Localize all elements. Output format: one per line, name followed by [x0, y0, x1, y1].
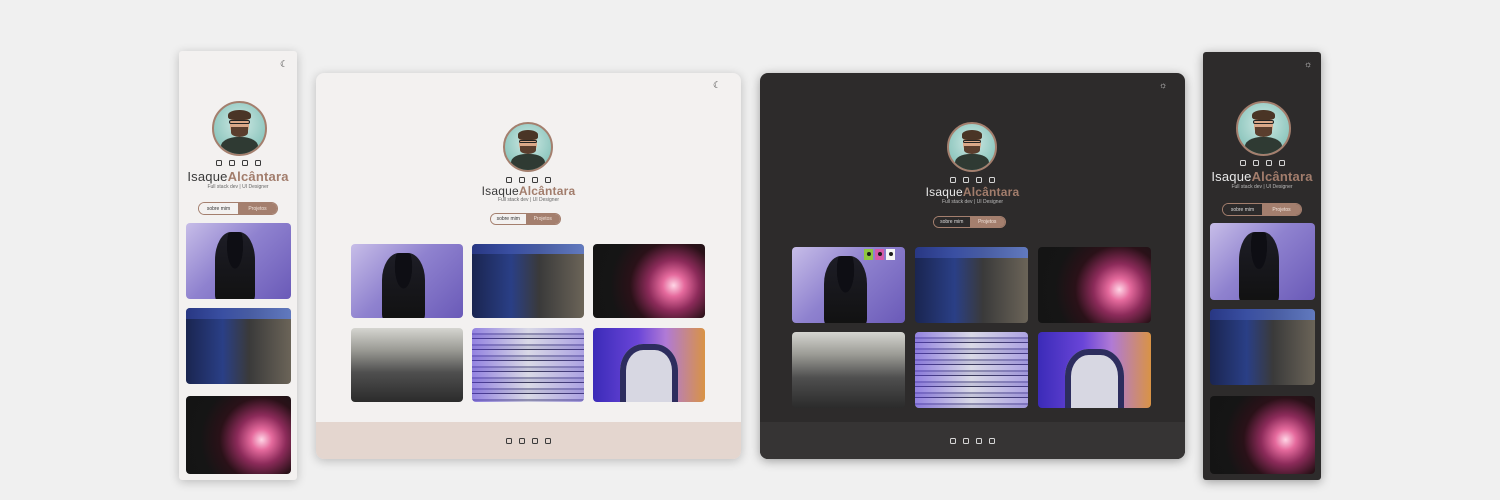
- twitter-icon[interactable]: [963, 177, 969, 183]
- sun-icon[interactable]: ☼: [1304, 60, 1312, 69]
- profile-name: IsaqueAlcântara: [187, 169, 289, 184]
- tab-about[interactable]: sobre mim: [199, 203, 238, 214]
- moon-icon[interactable]: ☾: [280, 60, 288, 69]
- plasma-ball-photo[interactable]: [186, 396, 291, 474]
- instagram-icon[interactable]: [506, 437, 512, 444]
- github-icon[interactable]: [989, 177, 995, 183]
- twitter-icon[interactable]: [1252, 160, 1259, 166]
- datacenter-photo[interactable]: [186, 308, 291, 384]
- twitter-icon[interactable]: [963, 437, 969, 444]
- linkedin-icon[interactable]: [532, 437, 538, 444]
- person-shirt-photo[interactable]: [1038, 332, 1151, 408]
- server-rack-photo[interactable]: [472, 328, 584, 402]
- tablet-light-mockup: ☾ IsaqueAlcântara Full stack dev | UI De…: [316, 73, 741, 459]
- github-icon[interactable]: [545, 437, 551, 444]
- social-links: [760, 177, 1185, 183]
- office-photo[interactable]: [351, 328, 463, 402]
- linkedin-icon[interactable]: [976, 437, 982, 444]
- footer: [316, 422, 741, 459]
- person-shirt-photo[interactable]: [593, 328, 705, 402]
- instagram-icon[interactable]: [506, 177, 512, 183]
- plasma-ball-photo[interactable]: [593, 244, 705, 318]
- server-rack-photo[interactable]: [915, 332, 1028, 408]
- tablet-dark-mockup: ☼ IsaqueAlcântara Full stack dev | UI De…: [760, 73, 1185, 459]
- github-icon[interactable]: [254, 160, 261, 166]
- datacenter-photo[interactable]: [1210, 309, 1315, 385]
- swatch-pink[interactable]: [875, 249, 884, 260]
- mobile-light-mockup: ☾ IsaqueAlcântara Full stack dev | UI De…: [179, 51, 297, 480]
- sun-icon[interactable]: ☼: [1159, 81, 1167, 90]
- twitter-icon[interactable]: [519, 437, 525, 444]
- tab-about[interactable]: sobre mim: [1223, 204, 1262, 215]
- tab-projects[interactable]: Projetos: [969, 217, 1005, 227]
- social-links: [316, 177, 741, 183]
- swatch-green[interactable]: [864, 249, 873, 260]
- linkedin-icon[interactable]: [532, 177, 538, 183]
- vr-headset-photo[interactable]: [351, 244, 463, 318]
- avatar: [947, 122, 997, 172]
- profile-name: IsaqueAlcântara: [1211, 169, 1313, 184]
- office-photo[interactable]: [792, 332, 905, 408]
- view-switcher: sobre mim Projetos: [198, 202, 278, 215]
- profile-name: IsaqueAlcântara: [925, 185, 1020, 199]
- avatar: [1236, 101, 1291, 156]
- instagram-icon[interactable]: [215, 160, 222, 166]
- linkedin-icon[interactable]: [241, 160, 248, 166]
- instagram-icon[interactable]: [1239, 160, 1246, 166]
- linkedin-icon[interactable]: [976, 177, 982, 183]
- swatch-white[interactable]: [886, 249, 895, 260]
- footer: [760, 422, 1185, 459]
- view-switcher: sobre mim Projetos: [1222, 203, 1302, 216]
- plasma-ball-photo[interactable]: [1210, 396, 1315, 474]
- avatar: [212, 101, 267, 156]
- profile-role: Full stack dev | UI Designer: [207, 184, 269, 190]
- tab-projects[interactable]: Projetos: [1262, 204, 1301, 215]
- profile-role: Full stack dev | UI Designer: [497, 197, 560, 203]
- palette-swatches: [864, 249, 895, 260]
- profile-role: Full stack dev | UI Designer: [941, 199, 1004, 205]
- github-icon[interactable]: [1278, 160, 1285, 166]
- github-icon[interactable]: [545, 177, 551, 183]
- linkedin-icon[interactable]: [1265, 160, 1272, 166]
- view-switcher: sobre mim Projetos: [490, 213, 561, 225]
- moon-icon[interactable]: ☾: [713, 81, 721, 90]
- instagram-icon[interactable]: [950, 177, 956, 183]
- tab-about[interactable]: sobre mim: [491, 214, 526, 224]
- twitter-icon[interactable]: [228, 160, 235, 166]
- github-icon[interactable]: [989, 437, 995, 444]
- profile-role: Full stack dev | UI Designer: [1231, 184, 1293, 190]
- tab-projects[interactable]: Projetos: [525, 214, 560, 224]
- datacenter-photo[interactable]: [472, 244, 584, 318]
- mobile-dark-mockup: ☼ IsaqueAlcântara Full stack dev | UI De…: [1203, 52, 1321, 480]
- twitter-icon[interactable]: [519, 177, 525, 183]
- social-links: [1203, 160, 1321, 166]
- view-switcher: sobre mim Projetos: [933, 216, 1006, 228]
- datacenter-photo[interactable]: [915, 247, 1028, 323]
- profile-name: IsaqueAlcântara: [481, 184, 576, 198]
- vr-headset-photo[interactable]: [1210, 223, 1315, 300]
- instagram-icon[interactable]: [950, 437, 956, 444]
- plasma-ball-photo[interactable]: [1038, 247, 1151, 323]
- avatar: [503, 122, 553, 172]
- tab-projects[interactable]: Projetos: [238, 203, 277, 214]
- social-links: [179, 160, 297, 166]
- tab-about[interactable]: sobre mim: [934, 217, 970, 227]
- vr-headset-photo[interactable]: [186, 223, 291, 299]
